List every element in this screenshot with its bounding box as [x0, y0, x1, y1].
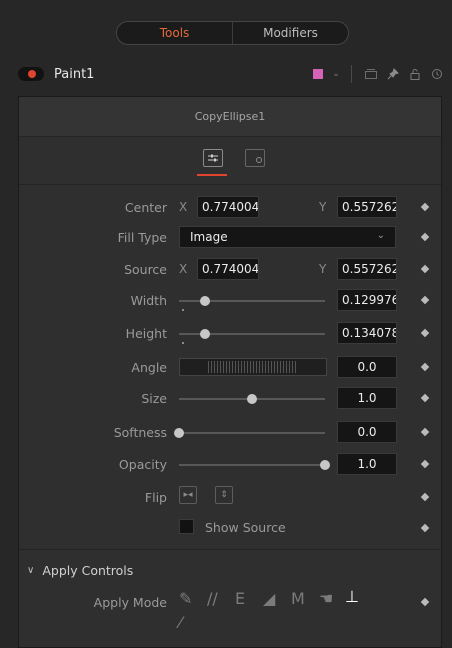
flip-vertical-icon[interactable]: ⇕	[215, 486, 233, 504]
fill-type-value: Image	[190, 230, 228, 244]
softness-label: Softness	[113, 425, 167, 440]
keyframe-diamond-icon[interactable]	[420, 523, 430, 533]
source-y-field[interactable]: 0.557262	[337, 258, 397, 280]
keyframe-diamond-icon[interactable]	[420, 295, 430, 305]
width-label: Width	[130, 293, 167, 308]
header-divider	[351, 65, 352, 83]
tool-tabs: Tools Modifiers	[116, 21, 349, 45]
tab-modifiers[interactable]: Modifiers	[233, 22, 348, 44]
view-icon[interactable]	[360, 63, 382, 85]
flip-row: Flip ▸◂ ⇕	[19, 486, 443, 510]
stamp-icon[interactable]: ⊥	[345, 587, 359, 606]
opacity-slider-knob[interactable]	[320, 460, 330, 470]
opacity-field[interactable]: 1.0	[337, 453, 397, 475]
color-swatch-icon[interactable]	[313, 69, 323, 79]
panel-title: CopyEllipse1	[19, 97, 441, 137]
color-brush-icon[interactable]: ✎	[179, 589, 192, 608]
angle-thumbwheel[interactable]	[179, 358, 327, 376]
apply-mode-label: Apply Mode	[93, 595, 167, 610]
chevron-down-icon[interactable]: ⌄	[329, 63, 343, 85]
opacity-slider-track[interactable]	[179, 464, 325, 466]
keyframe-diamond-icon[interactable]	[420, 459, 430, 469]
lock-icon[interactable]	[404, 63, 426, 85]
emboss-icon[interactable]: E	[235, 589, 245, 608]
width-row: Width 0.129976	[19, 289, 443, 313]
active-tab-indicator	[197, 174, 227, 176]
center-label: Center	[124, 200, 167, 215]
size-row: Size 1.0	[19, 387, 443, 411]
softness-row: Softness 0.0	[19, 421, 443, 445]
show-source-checkbox[interactable]	[179, 519, 194, 534]
reset-icon[interactable]	[426, 63, 448, 85]
source-label: Source	[124, 262, 167, 277]
keyframe-diamond-icon[interactable]	[420, 393, 430, 403]
settings-icon[interactable]	[245, 149, 265, 167]
opacity-row: Opacity 1.0	[19, 453, 443, 477]
height-label: Height	[125, 326, 167, 341]
panel-tab-row	[19, 137, 441, 185]
height-field[interactable]: 0.134078	[337, 322, 397, 344]
show-source-label: Show Source	[205, 520, 286, 535]
source-y-axis: Y	[319, 262, 327, 276]
center-x-field[interactable]: 0.774004	[197, 196, 259, 218]
softness-slider-knob[interactable]	[174, 428, 184, 438]
controls-icon[interactable]	[203, 149, 223, 167]
keyframe-diamond-icon[interactable]	[420, 492, 430, 502]
height-row: Height 0.134078	[19, 322, 443, 346]
apply-controls-header[interactable]: ∨ Apply Controls	[27, 563, 133, 578]
opacity-label: Opacity	[118, 457, 167, 472]
keyframe-diamond-icon[interactable]	[420, 328, 430, 338]
angle-row: Angle 0.0	[19, 356, 443, 380]
wire-icon[interactable]: ⁄	[179, 613, 182, 632]
angle-label: Angle	[131, 360, 167, 375]
node-header: Paint1 ⌄	[14, 60, 452, 88]
angle-field[interactable]: 0.0	[337, 356, 397, 378]
size-slider-knob[interactable]	[247, 394, 257, 404]
fill-type-label: Fill Type	[117, 230, 167, 245]
merge-icon[interactable]: M	[291, 589, 305, 608]
chevron-down-icon: ⌄	[376, 230, 385, 241]
apply-mode-icons: ✎ // E ◢ M ☚ ⊥ ⁄	[179, 587, 399, 635]
size-label: Size	[141, 391, 167, 406]
flip-horizontal-icon[interactable]: ▸◂	[179, 486, 197, 504]
keyframe-diamond-icon[interactable]	[420, 597, 430, 607]
keyframe-diamond-icon[interactable]	[420, 202, 430, 212]
eraser-icon[interactable]: ◢	[263, 589, 275, 608]
pin-icon[interactable]	[382, 63, 404, 85]
keyframe-diamond-icon[interactable]	[420, 362, 430, 372]
fill-type-dropdown[interactable]: Image ⌄	[179, 226, 396, 248]
flip-label: Flip	[144, 490, 167, 505]
node-name: Paint1	[54, 66, 95, 82]
keyframe-diamond-icon[interactable]	[420, 232, 430, 242]
clone-icon[interactable]: //	[207, 589, 218, 608]
center-y-field[interactable]: 0.557262	[337, 196, 397, 218]
enable-dot	[28, 70, 36, 78]
width-slider-knob[interactable]	[200, 296, 211, 306]
source-row: Source X 0.774004 Y 0.557262	[19, 258, 443, 282]
center-row: Center X 0.774004 Y 0.557262	[19, 196, 443, 220]
chevron-down-icon: ∨	[27, 565, 35, 576]
source-x-field[interactable]: 0.774004	[197, 258, 259, 280]
keyframe-diamond-icon[interactable]	[420, 427, 430, 437]
center-x-axis: X	[179, 200, 188, 214]
width-field[interactable]: 0.129976	[337, 289, 397, 311]
height-default-mark	[182, 342, 184, 344]
header-controls: ⌄	[313, 60, 448, 88]
source-x-axis: X	[179, 262, 188, 276]
section-divider	[19, 549, 443, 550]
smear-icon[interactable]: ☚	[319, 589, 333, 608]
fill-type-row: Fill Type Image ⌄	[19, 226, 443, 250]
tab-tools[interactable]: Tools	[117, 22, 233, 44]
width-default-mark	[182, 309, 184, 311]
height-slider-knob[interactable]	[200, 329, 211, 339]
apply-controls-label: Apply Controls	[42, 563, 134, 578]
keyframe-diamond-icon[interactable]	[420, 264, 430, 274]
center-y-axis: Y	[319, 200, 327, 214]
inspector-panel: CopyEllipse1 Center X 0.774004 Y 0.55726…	[18, 96, 443, 648]
softness-slider-track[interactable]	[179, 432, 325, 434]
node-enable-toggle[interactable]	[18, 67, 44, 81]
show-source-row: Show Source	[19, 517, 443, 541]
softness-field[interactable]: 0.0	[337, 421, 397, 443]
size-field[interactable]: 1.0	[337, 387, 397, 409]
